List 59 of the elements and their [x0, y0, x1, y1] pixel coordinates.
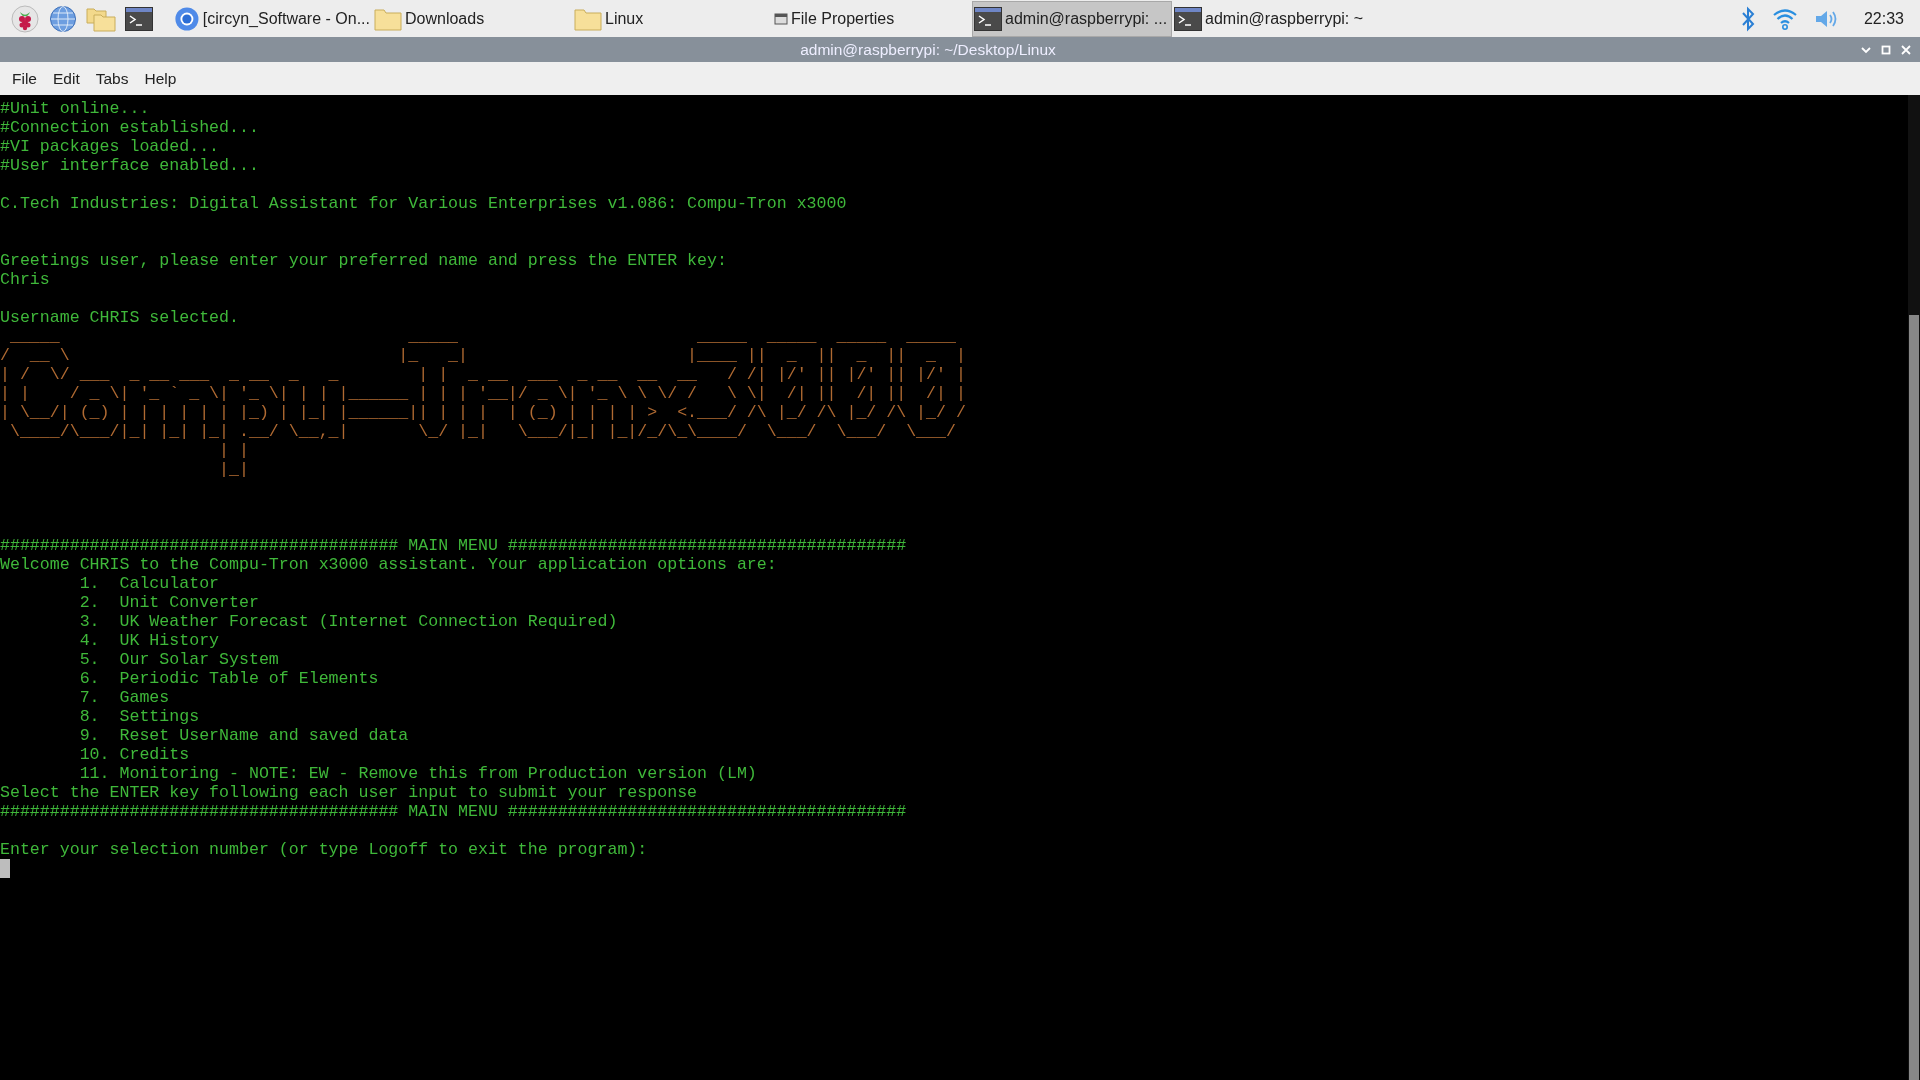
taskbar-button[interactable]: [circyn_Software - On... — [172, 0, 372, 37]
terminal-line: Chris — [0, 270, 51, 289]
taskbar-button[interactable]: Downloads — [372, 0, 572, 37]
globe-icon — [49, 4, 77, 33]
ascii-art-line: \____/\___/|_| |_| |_| .__/ \__,_| \_/ |_| \___/|_| |_|/_/\_\____/ \___/ \___/ \___/ — [8, 422, 957, 441]
taskbar-button[interactable]: admin@raspberrypi: ~ — [1172, 0, 1372, 37]
menu-option: 7. Games — [0, 688, 1908, 707]
taskbar-button[interactable]: admin@raspberrypi: ... — [972, 0, 1172, 37]
menu-item[interactable]: File — [4, 66, 45, 91]
menu-item[interactable]: Help — [136, 66, 185, 91]
raspberry-icon — [11, 4, 39, 33]
terminal-line: Select the ENTER key following each user input to submit your response — [0, 783, 699, 802]
window-title: admin@raspberrypi: ~/Desktop/Linux — [800, 39, 1056, 60]
terminal-icon — [974, 6, 1002, 31]
close-icon — [1900, 43, 1912, 56]
bluetooth-icon[interactable] — [1739, 5, 1756, 32]
menu-option: 5. Our Solar System — [0, 650, 1908, 669]
folder-icon — [574, 6, 602, 31]
ascii-art-line: | | — [218, 441, 250, 460]
folder-icon — [374, 6, 402, 31]
scrollbar-thumb[interactable] — [1909, 315, 1919, 1080]
terminal-line: ######################################## MAIN MENU ######################################## — [0, 536, 908, 555]
terminal-icon — [1174, 6, 1202, 31]
wifi-icon[interactable] — [1771, 6, 1798, 31]
ascii-art-line: |_| — [218, 460, 250, 479]
menu-option: 6. Periodic Table of Elements — [0, 669, 1908, 688]
menu-option: 10. Credits — [0, 745, 1908, 764]
terminal-line: Welcome CHRIS to the Compu-Tron x3000 assistant. Your application options are: — [0, 555, 778, 574]
terminal-line: ######################################## MAIN MENU ######################################## — [0, 802, 908, 821]
terminal-line: Username CHRIS selected. — [0, 308, 240, 327]
menu-option: 4. UK History — [0, 631, 1908, 650]
terminal-line: #VI packages loaded... — [0, 137, 221, 156]
ascii-art-line: | | / _ \| '_ ` _ \| '_ \| | | |______ | | | '__|/ _ \| '_ \ \ \/ / \ \| /| || /| || /| | — [0, 384, 967, 403]
menu-item[interactable]: Tabs — [87, 66, 137, 91]
menu-option: 9. Reset UserName and saved data — [0, 726, 1908, 745]
terminal-line: Enter your selection number (or type Logoff to exit the program): — [0, 840, 649, 859]
terminal-icon — [125, 6, 153, 31]
terminal-line: C.Tech Industries: Digital Assistant for Various Enterprises v1.086: Compu-Tron x3000 — [0, 194, 848, 213]
ascii-art-line: / __ \ |_ _| |____ || _ || _ || _ | — [0, 346, 967, 365]
terminal-line: #User interface enabled... — [0, 156, 260, 175]
menu-item[interactable]: Edit — [45, 66, 88, 91]
folders-icon — [86, 5, 116, 32]
menu-option: 3. UK Weather Forecast (Internet Connection Required) — [0, 612, 1908, 631]
menu-option: 1. Calculator — [0, 574, 1908, 593]
ascii-art-line: | / \/ ___ _ __ ___ _ __ _ _ | | _ __ ___ _ __ __ __ / /| |/' || |/' || |/' | — [0, 365, 967, 384]
text-cursor — [0, 859, 10, 878]
menu-option: 8. Settings — [0, 707, 1908, 726]
clock: 22:33 — [1863, 8, 1904, 29]
ascii-art-line: _____ _____ _____ _____ _____ _____ — [8, 327, 957, 346]
taskbar-button[interactable]: Linux — [572, 0, 772, 37]
ascii-art-line: | \__/| (_) | | | | | | |_) | |_| |______|| | | | | (_) | | | | > <.___/ /\ |_/ /\ |_/ /\ |_/ / — [0, 403, 967, 422]
menu-option: 2. Unit Converter — [0, 593, 1908, 612]
terminal-line: #Connection established... — [0, 118, 260, 137]
terminal-line: Greetings user, please enter your preferred name and press the ENTER key: — [0, 251, 728, 270]
menu-option: 11. Monitoring - NOTE: EW - Remove this from Production version (LM) — [0, 764, 1908, 783]
window-icon — [774, 11, 788, 26]
maximize-icon — [1880, 43, 1892, 56]
terminal-line: #Unit online... — [0, 99, 151, 118]
taskbar-button[interactable]: File Properties — [772, 0, 972, 37]
